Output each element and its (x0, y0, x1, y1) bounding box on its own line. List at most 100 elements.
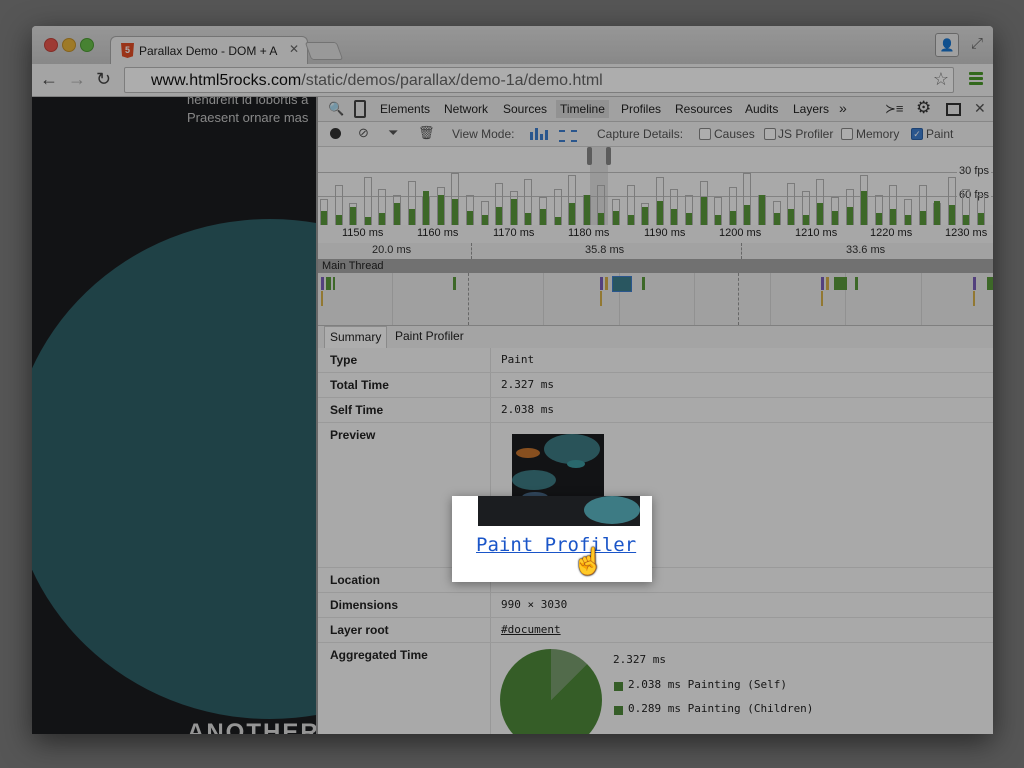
tab-sources[interactable]: Sources (503, 102, 547, 116)
tab-network[interactable]: Network (444, 102, 488, 116)
fullscreen-icon[interactable]: ⤢ (971, 35, 983, 52)
frame-bar (642, 207, 649, 225)
frame-duration: 33.6 ms (846, 244, 886, 256)
causes-label: Causes (714, 127, 755, 141)
tab-audits[interactable]: Audits (745, 102, 778, 116)
summary-details: Type Paint Total Time 2.327 ms Self Time… (318, 348, 993, 734)
clear-icon[interactable]: ⊘ (358, 125, 369, 141)
event-block[interactable] (834, 277, 847, 290)
console-drawer-icon[interactable]: ≻≡ (885, 101, 903, 117)
event-block[interactable] (453, 277, 456, 290)
paint-checkbox[interactable]: ✓ (911, 128, 923, 140)
frame-bar (496, 207, 503, 225)
flame-chart-view-icon[interactable] (559, 130, 577, 142)
event-block[interactable] (321, 277, 324, 290)
event-block[interactable] (821, 277, 824, 290)
tab-close-icon[interactable]: ✕ (289, 42, 299, 56)
timeline-overview[interactable]: 30 fps 60 fps (318, 147, 993, 226)
browser-tab[interactable]: 5 Parallax Demo - DOM + A ✕ (110, 36, 308, 65)
address-bar[interactable]: www.html5rocks.com/static/demos/parallax… (124, 67, 954, 93)
event-block[interactable] (987, 277, 993, 290)
event-block[interactable] (600, 291, 602, 306)
browser-window: 5 Parallax Demo - DOM + A ✕ 👤 ⤢ ← → ↻ ww… (32, 26, 993, 734)
event-block[interactable] (642, 277, 645, 290)
bookmark-star-icon[interactable]: ☆ (933, 69, 949, 90)
timeline-controls: ⊘ ⏷ 🗑 View Mode: Capture Details: Causes… (318, 122, 993, 147)
tab-layers[interactable]: Layers (793, 102, 829, 116)
frames-view-icon[interactable] (530, 128, 548, 140)
main-thread-flame-chart[interactable] (318, 273, 993, 326)
tab-strip: 5 Parallax Demo - DOM + A ✕ 👤 ⤢ (32, 26, 993, 65)
event-block[interactable] (605, 277, 608, 290)
frame-bar (729, 211, 736, 225)
filter-icon[interactable]: ⏷ (388, 125, 398, 141)
window-minimize-button[interactable] (62, 38, 76, 52)
selected-paint-event[interactable] (612, 276, 632, 292)
frame-bar (890, 209, 897, 225)
frame-bar (875, 213, 882, 225)
frame-bar (627, 215, 634, 225)
paint-profiler-link[interactable]: Paint Profiler (476, 534, 636, 556)
frame-bar (540, 209, 546, 225)
frame-bar (919, 211, 926, 225)
event-block[interactable] (333, 277, 335, 290)
gear-icon[interactable]: ⚙ (916, 98, 931, 118)
close-devtools-icon[interactable]: ✕ (974, 100, 986, 117)
dock-side-icon[interactable] (946, 103, 961, 116)
ruler-tick: 1200 ms (719, 227, 762, 239)
event-block[interactable] (855, 277, 858, 290)
tab-profiles[interactable]: Profiles (621, 102, 661, 116)
ruler-tick: 1230 ms (945, 227, 988, 239)
frame-bar (788, 209, 795, 225)
new-tab-button[interactable] (304, 42, 344, 60)
record-button[interactable] (330, 128, 341, 139)
forward-button[interactable]: → (68, 69, 86, 90)
event-block[interactable] (600, 277, 603, 290)
causes-checkbox[interactable] (699, 128, 711, 140)
tab-timeline[interactable]: Timeline (556, 100, 609, 118)
garbage-collect-icon[interactable]: 🗑 (418, 125, 435, 141)
event-block[interactable] (821, 291, 823, 306)
event-block[interactable] (826, 277, 829, 290)
aggregated-self: 2.038 ms Painting (Self) (628, 678, 787, 691)
parallax-circle (32, 219, 316, 719)
detail-row-total-time: Total Time 2.327 ms (318, 373, 993, 398)
frame-bar (452, 199, 459, 225)
window-close-button[interactable] (44, 38, 58, 52)
frame-bar (364, 217, 371, 225)
more-tabs-icon[interactable]: » (839, 100, 847, 116)
window-maximize-button[interactable] (80, 38, 94, 52)
grid-line (543, 273, 544, 325)
grid-line (392, 273, 393, 325)
profile-icon[interactable]: 👤 (935, 33, 959, 57)
tab-paint-profiler[interactable]: Paint Profiler (390, 326, 469, 347)
painting-self-swatch (614, 682, 623, 691)
selection-handle-left[interactable] (587, 147, 592, 165)
ruler-tick: 1220 ms (870, 227, 913, 239)
tab-summary[interactable]: Summary (324, 326, 388, 348)
event-block[interactable] (973, 291, 975, 306)
tab-resources[interactable]: Resources (675, 102, 732, 116)
frame-bar (656, 201, 663, 225)
device-mode-icon[interactable] (354, 100, 366, 118)
layer-root-link[interactable]: #document (501, 623, 561, 636)
js-profiler-checkbox[interactable] (764, 128, 776, 140)
selection-handle-right[interactable] (606, 147, 611, 165)
fps30-line (318, 172, 993, 173)
chrome-menu-icon[interactable] (969, 72, 983, 87)
paint-profiler-callout: Paint Profiler ☝ (452, 496, 652, 582)
tab-elements[interactable]: Elements (380, 102, 430, 116)
event-block[interactable] (321, 291, 323, 306)
event-block[interactable] (326, 277, 331, 290)
grid-line (694, 273, 695, 325)
frame-bar (846, 207, 853, 225)
memory-checkbox[interactable] (841, 128, 853, 140)
frame-bar (773, 213, 780, 225)
reload-button[interactable]: ↻ (96, 69, 111, 90)
event-block[interactable] (973, 277, 976, 290)
frame-bar (335, 215, 342, 225)
main-thread-header[interactable]: Main Thread (318, 259, 993, 273)
time-ruler: 1150 ms 1160 ms 1170 ms 1180 ms 1190 ms … (318, 225, 993, 244)
inspect-search-icon[interactable]: 🔍 (328, 101, 344, 117)
back-button[interactable]: ← (40, 69, 58, 90)
